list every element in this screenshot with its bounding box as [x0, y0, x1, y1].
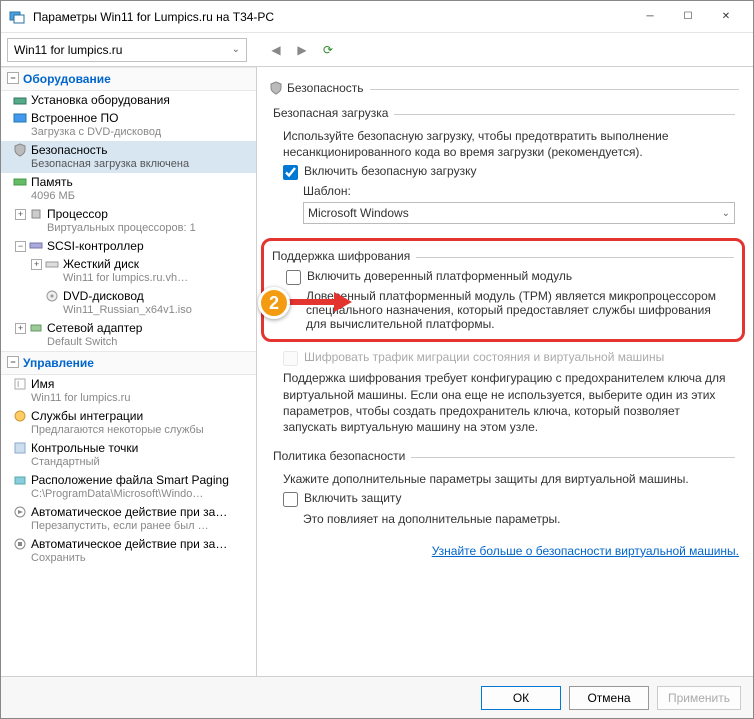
sidebar-item-memory[interactable]: Память 4096 МБ [1, 173, 256, 205]
learn-more-link[interactable]: Узнайте больше о безопасности виртуально… [267, 544, 739, 558]
toolbar: Win11 for lumpics.ru ⌄ ◀ ▶ ⟳ [1, 33, 753, 67]
sidebar-item-hdd[interactable]: + Жесткий диск Win11 for lumpics.ru.vh… [1, 255, 256, 287]
chevron-down-icon: ⌄ [722, 208, 730, 219]
name-icon: I [13, 377, 27, 391]
expand-icon[interactable]: + [15, 209, 26, 220]
sidebar-item-smart-paging[interactable]: Расположение файла Smart Paging C:\Progr… [1, 471, 256, 503]
secure-boot-checkbox[interactable] [283, 165, 298, 180]
page-title-row: Безопасность [267, 81, 739, 98]
chevron-down-icon: ⌄ [232, 44, 240, 55]
shield-icon [269, 81, 283, 95]
vm-selector[interactable]: Win11 for lumpics.ru ⌄ [7, 38, 247, 62]
maximize-button[interactable]: ☐ [669, 3, 707, 31]
security-policy-group: Политика безопасности Укажите дополнител… [267, 449, 739, 535]
nav-forward-button[interactable]: ▶ [291, 39, 313, 61]
window-title: Параметры Win11 for Lumpics.ru на T34-PC [33, 10, 631, 24]
nic-icon [29, 321, 43, 335]
shield-icon [13, 143, 27, 157]
policy-checkbox-row[interactable]: Включить защиту [283, 491, 735, 507]
smart-paging-icon [13, 473, 27, 487]
annotation-highlight: 2 Поддержка шифрования Включить доверенн… [261, 238, 745, 342]
tpm-checkbox-row[interactable]: Включить доверенный платформенный модуль [286, 269, 734, 285]
apply-button[interactable]: Применить [657, 686, 741, 710]
cpu-icon [29, 207, 43, 221]
auto-stop-icon [13, 537, 27, 551]
settings-window: Параметры Win11 for Lumpics.ru на T34-PC… [0, 0, 754, 719]
hdd-icon [45, 257, 59, 271]
migrate-checkbox-label: Шифровать трафик миграции состояния и ви… [304, 350, 664, 364]
firmware-icon [13, 111, 27, 125]
nav-back-button[interactable]: ◀ [265, 39, 287, 61]
cancel-button[interactable]: Отмена [569, 686, 649, 710]
add-hardware-icon [13, 93, 27, 107]
tpm-checkbox-label: Включить доверенный платформенный модуль [307, 269, 572, 283]
tpm-checkbox[interactable] [286, 270, 301, 285]
sidebar-item-name[interactable]: I Имя Win11 for lumpics.ru [1, 375, 256, 407]
scsi-icon [29, 239, 43, 253]
titlebar: Параметры Win11 for Lumpics.ru на T34-PC… [1, 1, 753, 33]
integration-icon [13, 409, 27, 423]
body: − Оборудование Установка оборудования Вс… [1, 67, 753, 676]
section-hardware[interactable]: − Оборудование [1, 67, 256, 91]
vm-selector-label: Win11 for lumpics.ru [14, 43, 122, 57]
collapse-icon[interactable]: − [7, 72, 19, 84]
policy-heading: Политика безопасности [273, 449, 405, 463]
template-label: Шаблон: [303, 184, 735, 198]
migrate-checkbox [283, 351, 298, 366]
secure-boot-group: Безопасная загрузка Используйте безопасн… [267, 106, 739, 232]
migrate-checkbox-row: Шифровать трафик миграции состояния и ви… [283, 350, 735, 366]
memory-icon [13, 175, 27, 189]
sidebar-item-integration[interactable]: Службы интеграции Предлагаются некоторые… [1, 407, 256, 439]
sidebar: − Оборудование Установка оборудования Вс… [1, 67, 257, 676]
checkpoint-icon [13, 441, 27, 455]
tpm-desc: Доверенный платформенный модуль (TPM) яв… [286, 289, 734, 331]
content-pane: Безопасность Безопасная загрузка Использ… [257, 67, 753, 676]
sidebar-item-add-hardware[interactable]: Установка оборудования [1, 91, 256, 109]
ok-button[interactable]: ОК [481, 686, 561, 710]
close-button[interactable]: ✕ [707, 3, 745, 31]
expand-icon[interactable]: + [31, 259, 42, 270]
sidebar-item-nic[interactable]: + Сетевой адаптер Default Switch [1, 319, 256, 351]
sidebar-item-dvd[interactable]: DVD-дисковод Win11_Russian_x64v1.iso [1, 287, 256, 319]
encryption-note: Поддержка шифрования требует конфигураци… [283, 370, 735, 435]
collapse-icon[interactable]: − [7, 356, 19, 368]
refresh-button[interactable]: ⟳ [317, 39, 339, 61]
annotation-arrow-icon [282, 289, 352, 315]
page-title: Безопасность [287, 81, 364, 95]
encryption-heading: Поддержка шифрования [272, 249, 410, 263]
secure-boot-checkbox-row[interactable]: Включить безопасную загрузку [283, 164, 735, 180]
footer: ОК Отмена Применить [1, 676, 753, 718]
sidebar-item-scsi[interactable]: − SCSI-контроллер [1, 237, 256, 255]
sidebar-item-firmware[interactable]: Встроенное ПО Загрузка с DVD-дисковод [1, 109, 256, 141]
sidebar-item-security[interactable]: Безопасность Безопасная загрузка включен… [1, 141, 256, 173]
secure-boot-desc: Используйте безопасную загрузку, чтобы п… [283, 128, 735, 160]
expand-icon[interactable]: + [15, 323, 26, 334]
sidebar-item-checkpoints[interactable]: Контрольные точки Стандартный [1, 439, 256, 471]
policy-checkbox[interactable] [283, 492, 298, 507]
auto-start-icon [13, 505, 27, 519]
collapse-icon[interactable]: − [15, 241, 26, 252]
policy-note: Это повлияет на дополнительные параметры… [283, 511, 735, 527]
secure-boot-heading: Безопасная загрузка [273, 106, 388, 120]
policy-desc: Укажите дополнительные параметры защиты … [283, 471, 735, 487]
svg-text:I: I [17, 380, 19, 389]
dvd-icon [45, 289, 59, 303]
secure-boot-checkbox-label: Включить безопасную загрузку [304, 164, 476, 178]
minimize-button[interactable]: ─ [631, 3, 669, 31]
section-management[interactable]: − Управление [1, 351, 256, 375]
sidebar-item-cpu[interactable]: + Процессор Виртуальных процессоров: 1 [1, 205, 256, 237]
sidebar-item-auto-stop[interactable]: Автоматическое действие при за… Сохранит… [1, 535, 256, 567]
encryption-extra: Шифровать трафик миграции состояния и ви… [267, 350, 739, 443]
template-select[interactable]: Microsoft Windows ⌄ [303, 202, 735, 224]
app-icon [9, 9, 25, 25]
policy-checkbox-label: Включить защиту [304, 491, 402, 505]
sidebar-item-auto-start[interactable]: Автоматическое действие при за… Перезапу… [1, 503, 256, 535]
